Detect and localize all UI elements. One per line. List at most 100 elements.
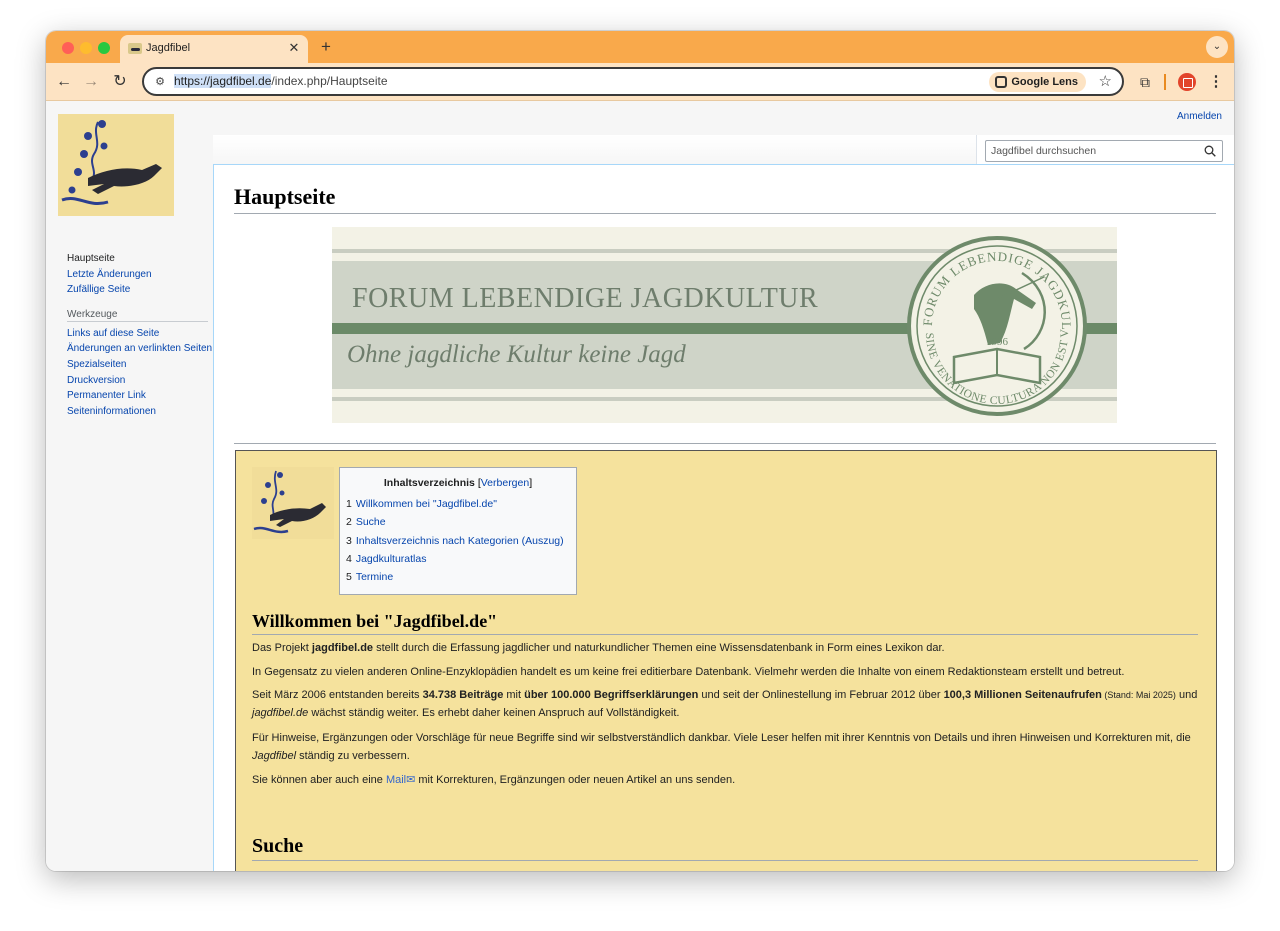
sidebar: Hauptseite Letzte Änderungen Zufällige S… [46,251,214,419]
text-span: und seit der Onlinestellung im Februar 2… [698,689,944,701]
text-span: wächst ständig weiter. Es erhebt daher k… [308,707,680,719]
main-content: Hauptseite FORUM LEBENDIGE JAGDKULTUR Oh… [213,164,1234,871]
toc-item[interactable]: 4 Jagdkulturatlas [346,553,564,571]
welcome-paragraph-5: Sie können aber auch eine Mail✉ mit Korr… [252,771,1198,789]
url-text[interactable]: https://jagdfibel.de/index.php/Hauptseit… [174,74,388,88]
tab-search-button[interactable]: ⌄ [1206,36,1228,58]
lens-icon [995,76,1008,88]
thumb-image[interactable] [252,467,334,539]
minimize-window-button[interactable] [80,42,92,54]
google-lens-button[interactable]: Google Lens [989,72,1086,92]
login-link[interactable]: Anmelden [1177,111,1222,122]
browser-window: Jagdfibel ✕ + ⌄ ← → ↻ ⚙ https://jagdfibe… [46,31,1234,871]
toc-number: 5 [346,571,352,584]
toc-link[interactable]: Inhaltsverzeichnis nach Kategorien (Ausz… [356,535,564,547]
bold-text: über 100.000 Begriffserklärungen [524,689,699,701]
small-text: (Stand: Mai 2025) [1101,690,1176,700]
active-tab[interactable]: Jagdfibel ✕ [120,35,308,63]
page-title: Hauptseite [234,184,1216,214]
back-icon[interactable]: ← [54,72,74,92]
text-span: ständig zu verbessern. [296,750,410,762]
tab-title: Jagdfibel [146,42,191,54]
toc-item[interactable]: 2 Suche [346,516,564,534]
close-tab-icon[interactable]: ✕ [286,40,302,56]
bold-text: 34.738 Beiträge [422,689,504,701]
toc-bracket: ] [529,477,533,489]
welcome-paragraph-4: Für Hinweise, Ergänzungen oder Vorschläg… [252,729,1198,765]
seal-year: 1996 [986,336,1009,348]
sidebar-item-letzte-aenderungen[interactable]: Letzte Änderungen [67,267,214,283]
toc-item[interactable]: 1 Willkommen bei "Jagdfibel.de" [346,498,564,516]
welcome-paragraph-3: Seit März 2006 entstanden bereits 34.738… [252,686,1198,722]
welcome-paragraph-2: In Gegensatz zu vielen anderen Online-En… [252,666,1125,678]
toolbar-separator [1164,74,1166,90]
sidebar-tools-heading: Werkzeuge [67,308,208,322]
toc-number: 4 [346,552,352,565]
divider [234,443,1216,444]
italic-text: jagdfibel.de [252,707,309,719]
profile-icon[interactable] [1178,73,1196,91]
welcome-heading: Willkommen bei "Jagdfibel.de" [252,611,1198,635]
text-span: stellt durch die Erfassung jagdlicher un… [373,642,945,654]
toc-number: 1 [346,498,352,510]
sidebar-item-spezialseiten[interactable]: Spezialseiten [67,357,214,373]
text-span: Seit März 2006 entstanden bereits [252,689,423,701]
suche-heading: Suche [252,835,1198,861]
site-info-icon[interactable]: ⚙ [152,74,168,90]
sidebar-item-aenderungen-verlinkte[interactable]: Änderungen an verlinkten Seiten [67,341,214,357]
toc-number: 2 [346,516,352,529]
text-span: Für Hinweise, Ergänzungen oder Vorschläg… [252,732,1191,744]
maximize-window-button[interactable] [98,42,110,54]
hound-thumb-icon [252,467,334,539]
sidebar-item-hauptseite[interactable]: Hauptseite [67,251,214,267]
toc-list: 1 Willkommen bei "Jagdfibel.de" 2 Suche 3I… [346,498,564,589]
toc-toggle-link[interactable]: Verbergen [481,477,529,489]
extensions-icon[interactable]: ⧉ [1135,72,1155,92]
browser-menu-icon[interactable]: ⋮ [1206,72,1226,92]
italic-text: Jagdfibel [252,750,297,762]
close-window-button[interactable] [62,42,74,54]
toc-link[interactable]: Jagdkulturatlas [356,553,427,565]
text-span: mit [503,689,525,701]
welcome-paragraph-1: Das Projekt jagdfibel.de stellt durch di… [252,639,1198,657]
text-span: Sie können aber auch eine [252,774,386,786]
site-logo[interactable] [58,114,174,216]
forward-icon[interactable]: → [81,72,101,92]
web-page: Anmelden Jagdfibel durchsuchen Hauptseit… [46,101,1234,871]
forum-banner[interactable]: FORUM LEBENDIGE JAGDKULTUR Ohne jagdlich… [332,227,1117,423]
search-area: Jagdfibel durchsuchen [976,135,1234,165]
browser-toolbar: ← → ↻ ⚙ https://jagdfibel.de/index.php/H… [46,63,1234,101]
search-icon[interactable] [1204,145,1216,157]
sidebar-item-zufaellige-seite[interactable]: Zufällige Seite [67,282,214,298]
toc-number: 3 [346,534,352,547]
toc-item[interactable]: 3 Inhaltsverzeichnis nach Kategorien (Aus… [346,535,564,553]
tab-strip: Jagdfibel ✕ + ⌄ [46,31,1234,63]
favicon-icon [128,43,142,54]
sidebar-item-seiteninformationen[interactable]: Seiteninformationen [67,404,214,420]
new-tab-button[interactable]: + [316,37,336,57]
bold-text: 100,3 Millionen Seitenaufrufen [943,689,1102,701]
reload-icon[interactable]: ↻ [110,72,130,92]
mail-link[interactable]: Mail✉ [386,774,415,786]
toc-item[interactable]: 5 Termine [346,571,564,589]
banner-slogan: Ohne jagdliche Kultur keine Jagd [347,341,686,368]
banner-title: FORUM LEBENDIGE JAGDKULTUR [352,283,819,314]
toc-link[interactable]: Willkommen bei "Jagdfibel.de" [356,498,497,510]
toc-header: Inhaltsverzeichnis [Verbergen] [340,477,576,489]
bookmark-star-icon[interactable]: ☆ [1099,72,1112,92]
toc-link[interactable]: Suche [356,516,386,528]
sidebar-item-links-auf-diese-seite[interactable]: Links auf diese Seite [67,326,214,342]
search-placeholder: Jagdfibel durchsuchen [991,145,1097,157]
logo-hound-icon [58,114,174,216]
sidebar-item-druckversion[interactable]: Druckversion [67,373,214,389]
address-bar[interactable]: ⚙ https://jagdfibel.de/index.php/Hauptse… [142,67,1124,96]
text-span: Das Projekt [252,642,312,654]
bold-text: jagdfibel.de [311,642,374,654]
welcome-box: Inhaltsverzeichnis [Verbergen] 1 Willkomm… [235,450,1217,871]
toc-link[interactable]: Termine [356,571,393,583]
search-input[interactable]: Jagdfibel durchsuchen [985,140,1223,162]
text-span: mit Korrekturen, Ergänzungen oder neuen … [415,774,736,786]
text-span: und [1175,689,1198,701]
sidebar-item-permanenter-link[interactable]: Permanenter Link [67,388,214,404]
mail-icon: ✉ [406,774,416,786]
